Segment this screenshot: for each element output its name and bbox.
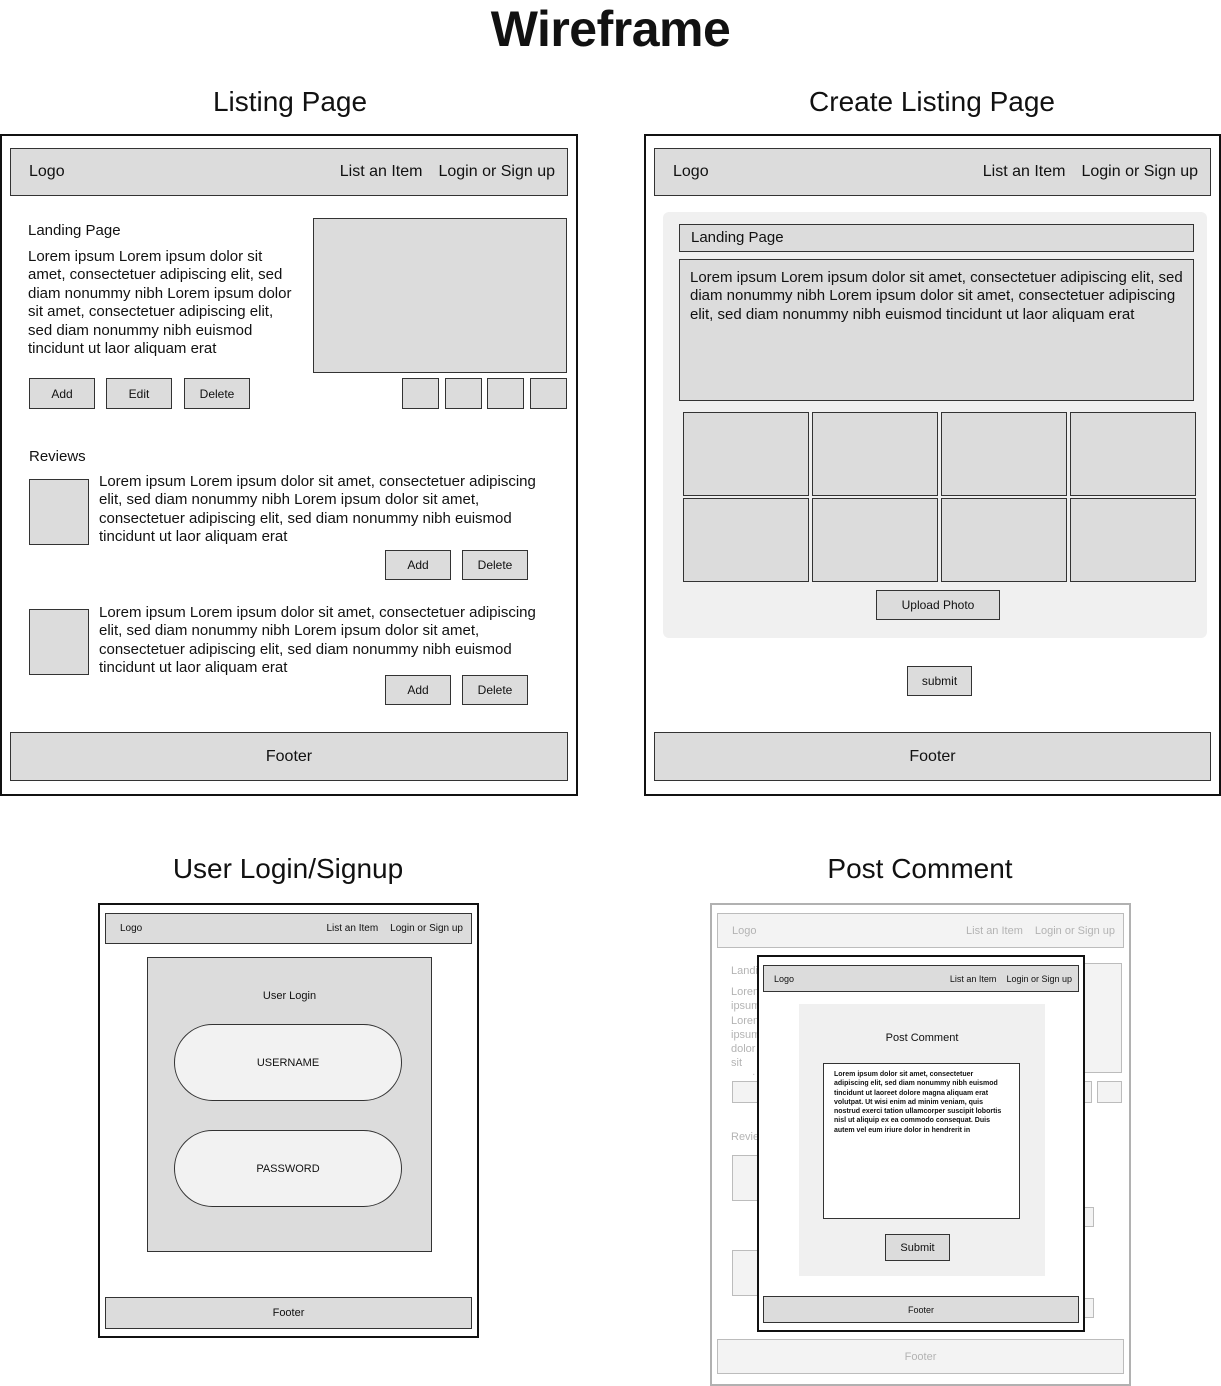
listing-page-title: Listing Page <box>212 86 368 117</box>
password-input[interactable]: PASSWORD <box>174 1130 402 1207</box>
login-link: Login or Sign up <box>1034 924 1115 937</box>
delete-button[interactable]: Delete <box>184 378 250 409</box>
submit-button[interactable]: submit <box>907 666 972 696</box>
review-delete-button[interactable]: Delete <box>462 675 528 705</box>
comment-heading: Post Comment <box>885 1032 959 1044</box>
reviews-label: Reviews <box>29 448 86 465</box>
review-add-button[interactable]: Add <box>385 675 451 705</box>
listing-page-frame: Logo List an Item Login or Sign up Landi… <box>0 134 578 796</box>
thumbnail[interactable] <box>445 378 482 409</box>
login-page-frame: Logo List an Item Login or Sign up User … <box>98 903 479 1338</box>
login-heading: User Login <box>262 990 317 1002</box>
comment-submit-button[interactable]: Submit <box>885 1234 950 1261</box>
header-nav: Logo List an Item Login or Sign up <box>717 913 1124 948</box>
comment-panel: Post Comment Lorem ipsum dolor sit amet,… <box>799 1004 1045 1276</box>
create-page-title: Create Listing Page <box>809 86 1055 117</box>
footer: Footer <box>105 1297 472 1329</box>
photo-slot[interactable] <box>683 412 809 496</box>
landing-text: Lorem ipsum Lorem ipsum dolor sit amet, … <box>28 248 292 358</box>
review-button <box>1084 1207 1094 1227</box>
username-input[interactable]: USERNAME <box>174 1024 402 1101</box>
photo-slot[interactable] <box>941 498 1067 582</box>
logo: Logo <box>732 924 757 937</box>
review-avatar <box>29 479 89 545</box>
edit-button[interactable]: Edit <box>106 378 172 409</box>
list-item-link[interactable]: List an Item <box>340 163 423 181</box>
thumbnail[interactable] <box>530 378 567 409</box>
header-nav: Logo List an Item Login or Sign up <box>10 148 568 196</box>
main-image-placeholder <box>1084 963 1122 1073</box>
photo-slot[interactable] <box>1070 498 1196 582</box>
comment-page-title: Post Comment <box>827 853 1013 884</box>
list-item-link[interactable]: List an Item <box>326 923 378 934</box>
login-link[interactable]: Login or Sign up <box>390 923 463 934</box>
photo-slot[interactable] <box>812 498 938 582</box>
login-panel: User Login USERNAME PASSWORD <box>147 957 432 1252</box>
thumbnail[interactable] <box>402 378 439 409</box>
header-nav: Logo List an Item Login or Sign up <box>654 148 1211 196</box>
add-button[interactable]: Add <box>29 378 95 409</box>
footer: Footer <box>654 732 1211 781</box>
list-item-link: List an Item <box>966 924 1023 937</box>
photo-slot[interactable] <box>1070 412 1196 496</box>
title-field[interactable]: Landing Page <box>679 224 1194 252</box>
landing-heading: Landing Page <box>28 222 121 239</box>
add-button <box>732 1081 760 1103</box>
review-avatar <box>732 1250 760 1296</box>
thumbnail <box>1097 1081 1122 1103</box>
review-avatar <box>732 1155 760 1201</box>
logo[interactable]: Logo <box>29 163 324 181</box>
create-page-frame: Logo List an Item Login or Sign up Landi… <box>644 134 1221 796</box>
header-nav: Logo List an Item Login or Sign up <box>105 913 472 944</box>
footer: Footer <box>763 1296 1079 1323</box>
login-page-title: User Login/Signup <box>172 853 404 884</box>
footer: Footer <box>717 1339 1124 1374</box>
logo[interactable]: Logo <box>120 923 310 934</box>
header-nav: Logo List an Item Login or Sign up <box>763 965 1079 992</box>
review-text: Lorem ipsum Lorem ipsum dolor sit amet, … <box>99 604 536 677</box>
thumbnail <box>1084 1081 1092 1103</box>
review-avatar <box>29 609 89 675</box>
thumbnail[interactable] <box>487 378 524 409</box>
review-button <box>1084 1298 1094 1318</box>
photo-slot[interactable] <box>683 498 809 582</box>
logo[interactable]: Logo <box>673 163 967 181</box>
logo[interactable]: Logo <box>774 974 934 984</box>
footer: Footer <box>10 732 568 781</box>
main-image-placeholder <box>313 218 567 373</box>
review-delete-button[interactable]: Delete <box>462 550 528 580</box>
comment-modal: Logo List an Item Login or Sign up Post … <box>757 955 1085 1332</box>
description-field[interactable]: Lorem ipsum Lorem ipsum dolor sit amet, … <box>679 259 1194 401</box>
review-text: Lorem ipsum Lorem ipsum dolor sit amet, … <box>99 473 536 546</box>
login-link[interactable]: Login or Sign up <box>1081 163 1198 181</box>
login-link[interactable]: Login or Sign up <box>1006 974 1072 984</box>
list-item-link[interactable]: List an Item <box>983 163 1066 181</box>
login-link[interactable]: Login or Sign up <box>438 163 555 181</box>
comment-textarea[interactable]: Lorem ipsum dolor sit amet, consectetuer… <box>823 1063 1020 1219</box>
review-add-button[interactable]: Add <box>385 550 451 580</box>
reviews-label: Reviews <box>731 1131 759 1143</box>
upload-photo-button[interactable]: Upload Photo <box>876 590 1000 620</box>
list-item-link[interactable]: List an Item <box>950 974 997 984</box>
form-panel: Landing Page Lorem ipsum Lorem ipsum dol… <box>663 212 1207 638</box>
photo-slot[interactable] <box>941 412 1067 496</box>
photo-slot[interactable] <box>812 412 938 496</box>
wireframe-title: Wireframe <box>490 1 731 57</box>
